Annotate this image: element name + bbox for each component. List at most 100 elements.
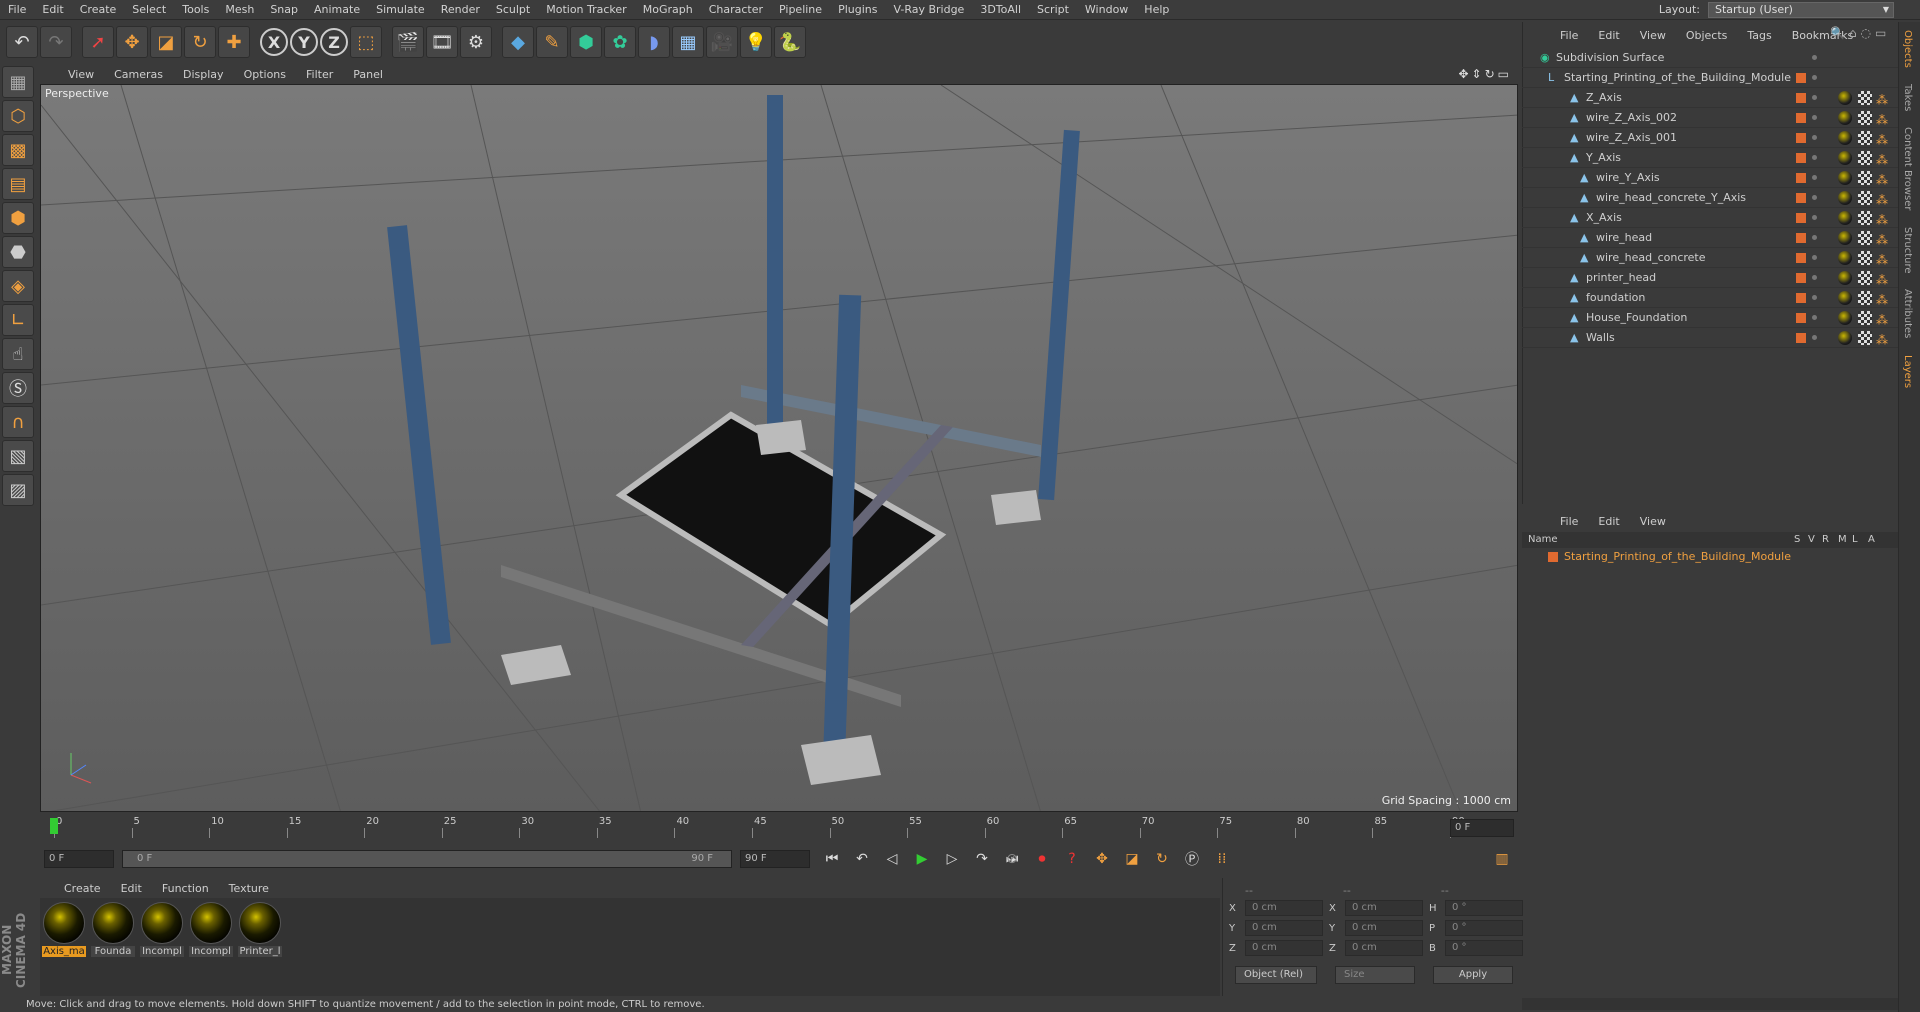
material-tag-icon[interactable] <box>1838 291 1852 305</box>
object-visibility-dot[interactable] <box>1812 175 1817 180</box>
object-row[interactable]: ▲ printer_head ⁂ <box>1522 268 1898 288</box>
timeline-window-icon[interactable]: ▥ <box>1490 848 1514 870</box>
uv-tag-icon[interactable]: ⁂ <box>1876 130 1888 150</box>
material-tag-icon[interactable] <box>1838 231 1852 245</box>
light-icon[interactable]: 💡 <box>740 26 772 58</box>
viewport-menu-display[interactable]: Display <box>173 68 234 81</box>
uv-tag-icon[interactable]: ⁂ <box>1876 310 1888 330</box>
texture-tag-icon[interactable] <box>1858 131 1872 145</box>
object-row[interactable]: ▲ House_Foundation ⁂ <box>1522 308 1898 328</box>
menu-edit[interactable]: Edit <box>34 0 71 20</box>
soft-selection-icon[interactable]: ▨ <box>2 474 34 506</box>
object-visibility-dot[interactable] <box>1812 115 1817 120</box>
menu-script[interactable]: Script <box>1029 0 1077 20</box>
floor-icon[interactable]: ▦ <box>672 26 704 58</box>
viewport-navigation-icons[interactable]: ✥⇕↻▭ <box>1458 64 1512 84</box>
material-item[interactable]: Founda <box>91 902 135 957</box>
layers-menu-edit[interactable]: Edit <box>1588 515 1629 528</box>
object-visibility-dot[interactable] <box>1812 215 1817 220</box>
object-visibility-dot[interactable] <box>1812 255 1817 260</box>
material-tag-icon[interactable] <box>1838 191 1852 205</box>
uv-tag-icon[interactable]: ⁂ <box>1876 170 1888 190</box>
autokeying-icon[interactable]: ? <box>1060 848 1084 870</box>
menu-mograph[interactable]: MoGraph <box>635 0 701 20</box>
object-row[interactable]: ◉ Subdivision Surface <box>1522 48 1898 68</box>
uv-tag-icon[interactable]: ⁂ <box>1876 230 1888 250</box>
workplane-lock-icon[interactable]: ▧ <box>2 440 34 472</box>
viewport-menu-cameras[interactable]: Cameras <box>104 68 173 81</box>
make-editable-icon[interactable]: ▦ <box>2 66 34 98</box>
material-tag-icon[interactable] <box>1838 111 1852 125</box>
motion-record-icon[interactable]: ⊘ <box>1000 848 1024 870</box>
menu-v-ray-bridge[interactable]: V-Ray Bridge <box>885 0 972 20</box>
key-parameter-icon[interactable]: Ⓟ <box>1180 848 1204 870</box>
texture-tag-icon[interactable] <box>1858 191 1872 205</box>
object-row[interactable]: ▲ foundation ⁂ <box>1522 288 1898 308</box>
apply-button[interactable]: Apply <box>1433 966 1513 984</box>
coord-value-field[interactable]: 0 cm <box>1345 920 1423 936</box>
viewport-menu-filter[interactable]: Filter <box>296 68 343 81</box>
magnet-icon[interactable]: ∩ <box>2 406 34 438</box>
menu-sculpt[interactable]: Sculpt <box>488 0 538 20</box>
x-axis-lock-icon[interactable]: X <box>260 28 288 56</box>
material-tag-icon[interactable] <box>1838 271 1852 285</box>
previous-frame-icon[interactable]: ◁ <box>880 848 904 870</box>
undo-icon[interactable]: ↶ <box>6 26 38 58</box>
uv-tag-icon[interactable]: ⁂ <box>1876 190 1888 210</box>
side-tab-structure[interactable]: Structure <box>1899 219 1916 282</box>
menu-help[interactable]: Help <box>1136 0 1177 20</box>
snap-icon[interactable]: Ⓢ <box>2 372 34 404</box>
coord-value-field[interactable]: 0 cm <box>1245 900 1323 916</box>
camera-icon[interactable]: 🎥 <box>706 26 738 58</box>
menu-render[interactable]: Render <box>433 0 488 20</box>
model-mode-icon[interactable]: ⬡ <box>2 100 34 132</box>
record-active-objects-icon[interactable]: ⏺ <box>1030 848 1054 870</box>
object-visibility-dot[interactable] <box>1812 195 1817 200</box>
object-menu-tags[interactable]: Tags <box>1737 29 1781 42</box>
object-visibility-dot[interactable] <box>1812 135 1817 140</box>
object-visibility-dot[interactable] <box>1812 55 1817 60</box>
viewport-perspective[interactable]: Perspective Grid Spacing : 1000 cm <box>40 84 1518 812</box>
move-icon[interactable]: ✥ <box>116 26 148 58</box>
coordinate-mode-select[interactable]: Object (Rel) <box>1235 966 1317 984</box>
redo-icon[interactable]: ↷ <box>40 26 72 58</box>
key-scale-icon[interactable]: ◪ <box>1120 848 1144 870</box>
size-mode-select[interactable]: Size <box>1335 966 1415 984</box>
next-key-icon[interactable]: ↷ <box>970 848 994 870</box>
deformer-icon[interactable]: ◗ <box>638 26 670 58</box>
object-visibility-dot[interactable] <box>1812 155 1817 160</box>
subdivision-icon[interactable]: ⬢ <box>570 26 602 58</box>
material-menu-texture[interactable]: Texture <box>219 882 279 895</box>
layers-menu-view[interactable]: View <box>1630 515 1676 528</box>
coord-value-field[interactable]: 0 cm <box>1345 900 1423 916</box>
viewport-menu-view[interactable]: View <box>58 68 104 81</box>
object-row[interactable]: ▲ X_Axis ⁂ <box>1522 208 1898 228</box>
layout-select[interactable]: Startup (User) <box>1708 2 1894 18</box>
axis-mode-icon[interactable]: ∟ <box>2 304 34 336</box>
menu-character[interactable]: Character <box>701 0 771 20</box>
viewport-menu-options[interactable]: Options <box>234 68 296 81</box>
object-row[interactable]: ▲ wire_head ⁂ <box>1522 228 1898 248</box>
object-visibility-dot[interactable] <box>1812 275 1817 280</box>
menu-file[interactable]: File <box>0 0 34 20</box>
texture-tag-icon[interactable] <box>1858 271 1872 285</box>
coord-value-field[interactable]: 0 ° <box>1445 900 1523 916</box>
rotate-icon[interactable]: ↻ <box>184 26 216 58</box>
menu-tools[interactable]: Tools <box>174 0 217 20</box>
object-menu-objects[interactable]: Objects <box>1676 29 1738 42</box>
object-row[interactable]: ▲ wire_Y_Axis ⁂ <box>1522 168 1898 188</box>
coord-value-field[interactable]: 0 ° <box>1445 920 1523 936</box>
object-menu-view[interactable]: View <box>1630 29 1676 42</box>
object-visibility-dot[interactable] <box>1812 335 1817 340</box>
object-visibility-dot[interactable] <box>1812 75 1817 80</box>
texture-tag-icon[interactable] <box>1858 211 1872 225</box>
menu-motion-tracker[interactable]: Motion Tracker <box>538 0 634 20</box>
menu-simulate[interactable]: Simulate <box>368 0 433 20</box>
coord-value-field[interactable]: 0 cm <box>1345 940 1423 956</box>
key-pla-icon[interactable]: ⁞⁞ <box>1210 848 1234 870</box>
menu-create[interactable]: Create <box>72 0 125 20</box>
y-axis-lock-icon[interactable]: Y <box>290 28 318 56</box>
material-tag-icon[interactable] <box>1838 131 1852 145</box>
next-frame-icon[interactable]: ▷ <box>940 848 964 870</box>
material-item[interactable]: Incompl <box>189 902 233 957</box>
